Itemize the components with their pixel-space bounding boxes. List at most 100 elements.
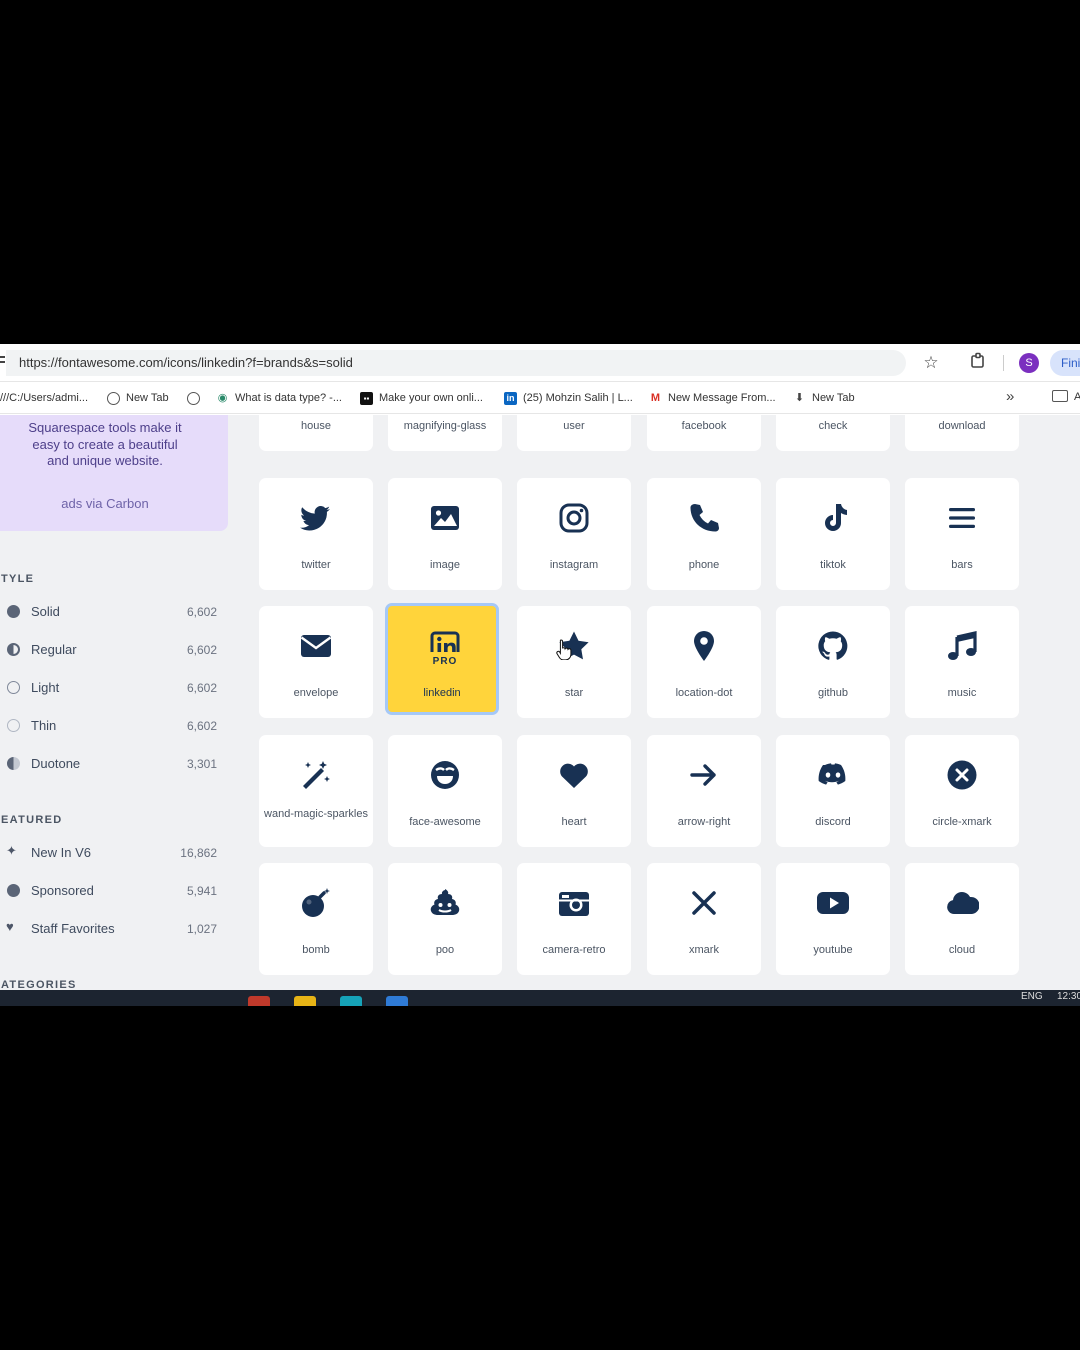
profile-avatar[interactable]: S [1019, 353, 1039, 373]
bookmarks-folder-label[interactable]: A [1074, 391, 1080, 403]
taskbar-app-icon[interactable] [386, 996, 408, 1006]
filter-label: New In V6 [31, 845, 91, 860]
filter-style-duotone[interactable]: Duotone 3,301 [0, 754, 220, 774]
xmark-icon [692, 891, 716, 915]
icon-card-bars[interactable]: bars [905, 478, 1019, 590]
extensions-icon[interactable] [967, 352, 989, 374]
icon-name: circle-xmark [932, 816, 992, 828]
icon-name: house [301, 420, 331, 432]
icon-name: tiktok [820, 559, 846, 571]
bookmark-label: New Tab [126, 392, 169, 404]
bookmark-gmail[interactable]: M New Message From... [649, 389, 776, 407]
featured-heading: EATURED [1, 814, 63, 826]
bookmark-globe[interactable] [187, 389, 200, 407]
bookmark-label: New Message From... [668, 392, 776, 404]
bars-icon [949, 508, 975, 528]
bookmark-local-file[interactable]: ///C:/Users/admi... [0, 389, 88, 407]
bookmark-label: (25) Mohzin Salih | L... [523, 392, 633, 404]
icon-card-heart[interactable]: heart [517, 735, 631, 847]
icon-name: instagram [549, 559, 599, 571]
filter-style-regular[interactable]: Regular 6,602 [0, 640, 220, 660]
ad-text[interactable]: Squarespace tools make it easy to create… [20, 420, 190, 470]
icon-card-poo[interactable]: poo [388, 863, 502, 975]
filter-count: 16,862 [180, 846, 217, 860]
tray-language[interactable]: ENG [1021, 991, 1043, 1002]
camera-retro-icon [559, 892, 589, 916]
icon-name: facebook [681, 420, 727, 432]
url-input[interactable]: https://fontawesome.com/icons/linkedin?f… [6, 350, 906, 376]
icon-card-instagram[interactable]: instagram [517, 478, 631, 590]
icon-card-download[interactable]: download [905, 415, 1019, 451]
icon-card-bomb[interactable]: bomb [259, 863, 373, 975]
filter-featured-sponsored[interactable]: Sponsored 5,941 [0, 881, 220, 901]
icon-name: camera-retro [542, 944, 606, 956]
icon-name: discord [815, 816, 851, 828]
folder-icon[interactable] [1052, 390, 1068, 402]
carbon-ad[interactable]: Squarespace tools make it easy to create… [0, 415, 228, 531]
icon-name: envelope [293, 687, 339, 699]
taskbar-app-icon[interactable] [340, 996, 362, 1006]
icon-name: wand-magic-​sparkles [264, 808, 368, 820]
icon-card-xmark[interactable]: xmark [647, 863, 761, 975]
icon-card-magnifying-glass[interactable]: magnifying-glass [388, 415, 502, 451]
filter-featured-new[interactable]: ✦ New In V6 16,862 [0, 843, 220, 863]
bookmark-linkedin[interactable]: in (25) Mohzin Salih | L... [504, 389, 633, 407]
bookmark-new-tab[interactable]: New Tab [107, 389, 169, 407]
icon-card-music[interactable]: music [905, 606, 1019, 718]
icon-card-image[interactable]: image [388, 478, 502, 590]
more-bookmarks-icon[interactable]: » [1006, 388, 1014, 405]
icon-card-check[interactable]: check [776, 415, 890, 451]
filter-style-solid[interactable]: Solid 6,602 [0, 602, 220, 622]
filter-label: Light [31, 680, 60, 695]
icon-card-house[interactable]: house [259, 415, 373, 451]
icon-card-wand-magic-sparkles[interactable]: wand-magic-​sparkles [259, 735, 373, 847]
icon-card-tiktok[interactable]: tiktok [776, 478, 890, 590]
icon-card-star[interactable]: star [517, 606, 631, 718]
filter-featured-staff[interactable]: ♥ Staff Favorites 1,027 [0, 919, 220, 939]
icon-card-twitter[interactable]: twitter [259, 478, 373, 590]
ad-via-link[interactable]: ads via Carbon [20, 496, 190, 511]
bookmark-data-type[interactable]: ◉ What is data type? -... [216, 389, 342, 407]
tiktok-icon [825, 504, 847, 531]
icon-name: phone [688, 559, 720, 571]
heart-icon [560, 763, 588, 788]
icon-name: face-awesome [409, 816, 481, 828]
bookmark-new-tab-2[interactable]: ⬇ New Tab [793, 389, 855, 407]
filter-style-thin[interactable]: Thin 6,602 [0, 716, 220, 736]
taskbar-app-icon[interactable] [294, 996, 316, 1006]
icon-card-phone[interactable]: phone [647, 478, 761, 590]
bookmarks-bar: ///C:/Users/admi... New Tab ◉ What is da… [0, 382, 1080, 414]
icon-card-envelope[interactable]: envelope [259, 606, 373, 718]
filter-count: 5,941 [186, 884, 217, 898]
icon-name: download [938, 420, 986, 432]
icon-card-arrow-right[interactable]: arrow-right [647, 735, 761, 847]
filter-count: 1,027 [186, 922, 217, 936]
icon-card-cloud[interactable]: cloud [905, 863, 1019, 975]
icon-card-facebook[interactable]: facebook [647, 415, 761, 451]
icon-card-youtube[interactable]: youtube [776, 863, 890, 975]
icon-card-face-awesome[interactable]: face-awesome [388, 735, 502, 847]
address-bar: https://fontawesome.com/icons/linkedin?f… [0, 344, 1080, 382]
icon-name: star [564, 687, 584, 699]
filter-label: Thin [31, 718, 57, 733]
bookmark-make-your-own[interactable]: ▪▪ Make your own onli... [360, 389, 483, 407]
icon-card-circle-xmark[interactable]: circle-xmark [905, 735, 1019, 847]
filter-style-light[interactable]: Light 6,602 [0, 678, 220, 698]
url-text[interactable]: https://fontawesome.com/icons/linkedin?f… [19, 355, 353, 370]
heart-icon: ♥ [6, 919, 14, 934]
icon-name: twitter [301, 559, 331, 571]
icon-card-camera-retro[interactable]: camera-retro [517, 863, 631, 975]
arrow-right-icon [690, 764, 716, 786]
icon-card-location-dot[interactable]: location-dot [647, 606, 761, 718]
tray-clock[interactable]: 12:30 [1057, 991, 1080, 1002]
filter-count: 6,602 [186, 681, 217, 695]
github-icon [818, 631, 848, 660]
icon-card-user[interactable]: user [517, 415, 631, 451]
finish-update-button[interactable]: Fini [1050, 350, 1080, 376]
icon-card-discord[interactable]: discord [776, 735, 890, 847]
eye-icon: ◉ [217, 391, 228, 404]
thin-style-icon [7, 719, 20, 732]
taskbar-app-icon[interactable] [248, 996, 270, 1006]
bookmark-star-icon[interactable]: ☆ [920, 352, 942, 374]
icon-card-github[interactable]: github [776, 606, 890, 718]
